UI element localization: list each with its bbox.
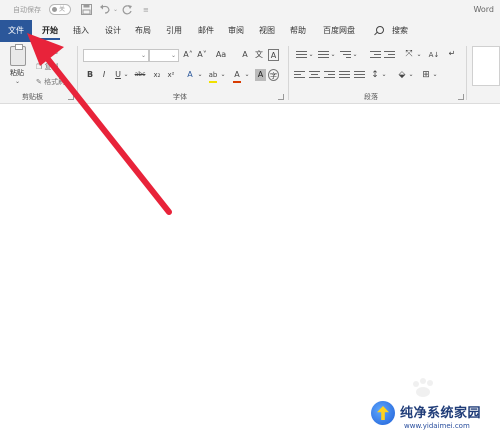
paw-watermark-icon	[413, 378, 433, 397]
site-logo-icon	[371, 401, 395, 425]
watermark-url: www.yidaimei.com	[404, 422, 470, 430]
annotation-arrow	[27, 33, 172, 215]
watermark-title: 纯净系统家园	[400, 406, 482, 421]
